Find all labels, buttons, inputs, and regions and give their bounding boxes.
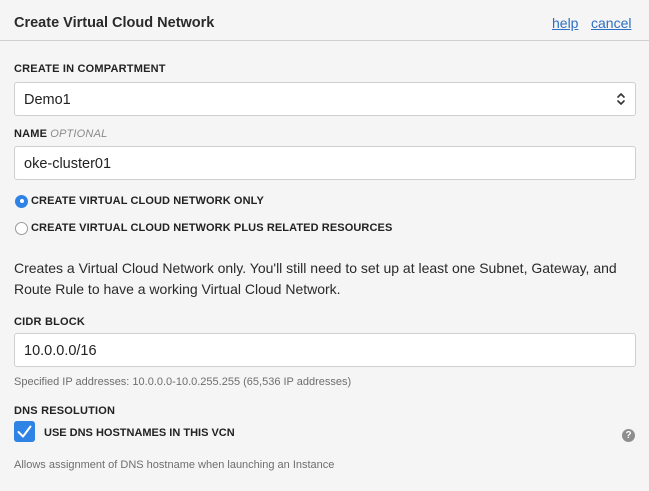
cidr-input[interactable]: 10.0.0.0/16 bbox=[14, 333, 636, 367]
question-circle-icon[interactable]: ? bbox=[622, 429, 635, 442]
radio-vcn-plus-label: CREATE VIRTUAL CLOUD NETWORK PLUS RELATE… bbox=[31, 222, 393, 234]
radio-button-selected[interactable] bbox=[15, 194, 28, 208]
dns-hostnames-label: USE DNS HOSTNAMES IN THIS VCN bbox=[44, 427, 235, 439]
radio-vcn-plus-resources[interactable]: CREATE VIRTUAL CLOUD NETWORK PLUS RELATE… bbox=[15, 220, 392, 236]
cancel-link[interactable]: cancel bbox=[591, 15, 631, 31]
compartment-selected-value: Demo1 bbox=[24, 92, 71, 108]
compartment-select[interactable]: Demo1 bbox=[14, 82, 636, 116]
cidr-label: CIDR BLOCK bbox=[14, 316, 86, 328]
cidr-input-value: 10.0.0.0/16 bbox=[24, 343, 97, 359]
dns-hostnames-checkbox[interactable] bbox=[14, 421, 35, 442]
dns-hint: Allows assignment of DNS hostname when l… bbox=[14, 459, 335, 471]
description-text: Creates a Virtual Cloud Network only. Yo… bbox=[14, 260, 617, 297]
name-label-text: NAME bbox=[14, 128, 48, 140]
name-input-value: oke-cluster01 bbox=[24, 156, 112, 172]
help-link[interactable]: help bbox=[552, 15, 578, 31]
radio-button-unselected[interactable] bbox=[15, 221, 28, 235]
name-input[interactable]: oke-cluster01 bbox=[14, 146, 636, 180]
checkmark-icon bbox=[17, 425, 32, 438]
chevron-up-down-icon bbox=[617, 93, 625, 105]
radio-vcn-only-label: CREATE VIRTUAL CLOUD NETWORK ONLY bbox=[31, 195, 264, 207]
cidr-hint: Specified IP addresses: 10.0.0.0-10.0.25… bbox=[14, 376, 352, 388]
radio-vcn-only[interactable]: CREATE VIRTUAL CLOUD NETWORK ONLY bbox=[15, 193, 264, 209]
name-label: NAME OPTIONAL bbox=[14, 128, 107, 140]
compartment-label: CREATE IN COMPARTMENT bbox=[14, 63, 166, 75]
dialog-title: Create Virtual Cloud Network bbox=[14, 15, 215, 31]
dns-label: DNS RESOLUTION bbox=[14, 405, 116, 417]
optional-tag: OPTIONAL bbox=[50, 128, 108, 140]
dialog-header: Create Virtual Cloud Network help cancel bbox=[0, 0, 649, 41]
